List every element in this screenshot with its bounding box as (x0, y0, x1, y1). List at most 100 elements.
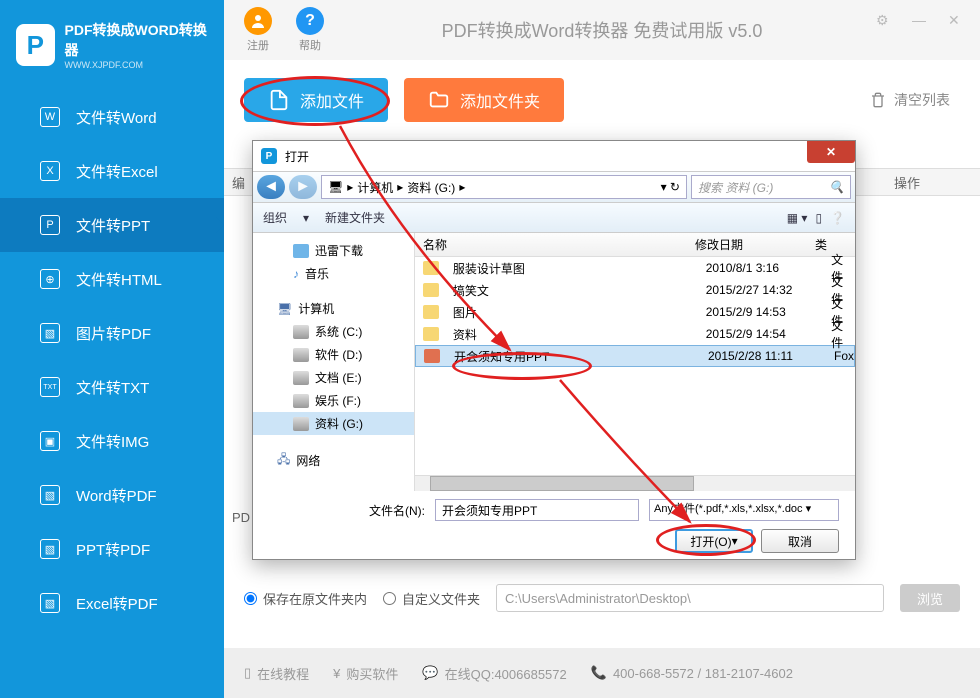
dialog-titlebar: P 打开 ✕ (253, 141, 855, 171)
clear-list-button[interactable]: 清空列表 (870, 90, 950, 110)
qq-contact[interactable]: 💬在线QQ:4006685572 (422, 664, 566, 683)
close-icon[interactable]: ✕ (948, 12, 964, 28)
nav-file-to-img[interactable]: ▣ 文件转IMG (0, 414, 224, 468)
nav-back-button[interactable]: ◄ (257, 175, 285, 199)
nav-label: PPT转PDF (76, 539, 150, 560)
nav-forward-button[interactable]: ► (289, 175, 317, 199)
yen-icon: ¥ (333, 666, 340, 681)
nav-file-to-excel[interactable]: X文件转Excel (0, 144, 224, 198)
tree-music[interactable]: ♪音乐 (253, 262, 414, 285)
list-item[interactable]: 资料2015/2/9 14:54文件 (415, 323, 855, 345)
tree-network[interactable]: 🖧网络 (253, 447, 414, 474)
list-item[interactable]: 图片2015/2/9 14:53文件 (415, 301, 855, 323)
nav-excel-to-pdf[interactable]: ▧ Excel转PDF (0, 576, 224, 630)
folder-icon (428, 89, 450, 111)
horizontal-scrollbar[interactable] (415, 475, 855, 491)
nav-word-to-pdf[interactable]: ▧Word转PDF (0, 468, 224, 522)
nav-label: Word转PDF (76, 485, 157, 506)
buy-link[interactable]: ¥购买软件 (333, 664, 398, 683)
dialog-search-input[interactable]: 搜索 资料 (G:) 🔍 (691, 175, 851, 199)
nav-file-to-ppt[interactable]: P文件转PPT (0, 198, 224, 252)
txt-icon: TXT (40, 377, 60, 397)
file-list-header: 名称 修改日期 类 (415, 233, 855, 257)
register-button[interactable]: 注册 (244, 7, 272, 53)
img-icon: ▣ (40, 431, 60, 451)
filename-label: 文件名(N): (369, 502, 425, 519)
col-edit: 编 (224, 173, 245, 192)
app-logo-title: PDF转换成WORD转换器 (65, 20, 208, 60)
add-file-button[interactable]: 添加文件 (244, 78, 388, 122)
dialog-nav: ◄ ► 🖥 ▸ 计算机 ▸ 资料 (G:) ▸ ▾ ↻ 搜索 资料 (G:) 🔍 (253, 171, 855, 203)
dialog-toolbar: 组织▾ 新建文件夹 ▦ ▾ ▯ ❔ (253, 203, 855, 233)
drive-icon (293, 348, 309, 362)
tree-drive-d[interactable]: 软件 (D:) (253, 343, 414, 366)
tree-drive-f[interactable]: 娱乐 (F:) (253, 389, 414, 412)
html-icon: ⊕ (40, 269, 60, 289)
open-button[interactable]: 打开(O) ▾ (675, 529, 753, 553)
phone-contact[interactable]: 📞400-668-5572 / 181-2107-4602 (591, 665, 793, 681)
search-icon: 🔍 (829, 180, 844, 194)
folder-tree: 迅雷下载 ♪音乐 🖥计算机 系统 (C:) 软件 (D:) 文档 (E:) 娱乐… (253, 233, 415, 491)
image-icon: ▧ (40, 323, 60, 343)
pdf-icon: ▧ (40, 593, 60, 613)
breadcrumb[interactable]: 🖥 ▸ 计算机 ▸ 资料 (G:) ▸ ▾ ↻ (321, 175, 687, 199)
folder-icon (423, 327, 439, 341)
save-original-radio[interactable]: 保存在原文件夹内 (244, 589, 367, 608)
folder-icon (293, 244, 309, 258)
col-date-header[interactable]: 修改日期 (695, 236, 815, 253)
add-folder-button[interactable]: 添加文件夹 (404, 78, 564, 122)
breadcrumb-drive[interactable]: 资料 (G:) (407, 179, 455, 196)
browse-button[interactable]: 浏览 (900, 584, 960, 612)
sidebar: P PDF转换成WORD转换器 WWW.XJPDF.COM W文件转Word X… (0, 0, 224, 698)
new-folder-button[interactable]: 新建文件夹 (325, 209, 385, 226)
nav-file-to-word[interactable]: W文件转Word (0, 90, 224, 144)
computer-icon: 🖥 (328, 180, 343, 194)
list-item[interactable]: 搞笑文2015/2/27 14:32文件 (415, 279, 855, 301)
clear-label: 清空列表 (894, 90, 950, 110)
logo-area: P PDF转换成WORD转换器 WWW.XJPDF.COM (0, 0, 224, 90)
tree-drive-e[interactable]: 文档 (E:) (253, 366, 414, 389)
nav-label: 文件转IMG (76, 431, 149, 452)
settings-icon[interactable]: ⚙ (876, 12, 892, 28)
nav-file-to-html[interactable]: ⊕文件转HTML (0, 252, 224, 306)
folder-icon (423, 283, 439, 297)
preview-icon[interactable]: ▯ (815, 211, 822, 225)
filetype-select[interactable]: Any文件(*.pdf,*.xls,*.xlsx,*.doc ▾ (649, 499, 839, 521)
nav-file-to-txt[interactable]: TXT文件转TXT (0, 360, 224, 414)
output-options: 保存在原文件夹内 自定义文件夹 浏览 (224, 578, 980, 618)
network-icon: 🖧 (277, 450, 290, 471)
breadcrumb-computer[interactable]: 计算机 (357, 179, 393, 196)
tree-drive-c[interactable]: 系统 (C:) (253, 320, 414, 343)
tutorial-link[interactable]: ▯在线教程 (244, 664, 309, 683)
app-logo-url: WWW.XJPDF.COM (65, 60, 208, 70)
dialog-close-button[interactable]: ✕ (807, 141, 855, 163)
output-path-input[interactable] (496, 584, 884, 612)
col-name-header[interactable]: 名称 (415, 236, 695, 253)
cancel-button[interactable]: 取消 (761, 529, 839, 553)
save-original-label: 保存在原文件夹内 (263, 589, 367, 608)
app-title: PDF转换成Word转换器 免费试用版 v5.0 (442, 17, 763, 43)
word-icon: W (40, 107, 60, 127)
help-dialog-icon[interactable]: ❔ (830, 211, 845, 225)
list-item[interactable]: 服装设计草图2010/8/1 3:16文件 (415, 257, 855, 279)
dialog-title: 打开 (285, 148, 309, 165)
list-item-selected[interactable]: 开会须知专用PPT2015/2/28 11:11Fox (415, 345, 855, 367)
view-icon[interactable]: ▦ ▾ (787, 211, 808, 225)
tree-drive-g[interactable]: 资料 (G:) (253, 412, 414, 435)
tree-computer[interactable]: 🖥计算机 (253, 297, 414, 320)
drive-icon (293, 325, 309, 339)
pdf-label-partial: PD (232, 510, 250, 525)
tree-xunlei[interactable]: 迅雷下载 (253, 239, 414, 262)
help-button[interactable]: ? 帮助 (296, 7, 324, 53)
filename-input[interactable] (435, 499, 639, 521)
custom-folder-label: 自定义文件夹 (402, 589, 480, 608)
organize-menu[interactable]: 组织 (263, 209, 287, 226)
minimize-icon[interactable]: — (912, 12, 928, 28)
nav-label: Excel转PDF (76, 593, 158, 614)
nav-ppt-to-pdf[interactable]: ▧ PPT转PDF (0, 522, 224, 576)
nav-image-to-pdf[interactable]: ▧图片转PDF (0, 306, 224, 360)
folder-icon (423, 305, 439, 319)
pdf-icon: ▧ (40, 539, 60, 559)
custom-folder-radio[interactable]: 自定义文件夹 (383, 589, 480, 608)
computer-icon: 🖥 (277, 302, 292, 316)
